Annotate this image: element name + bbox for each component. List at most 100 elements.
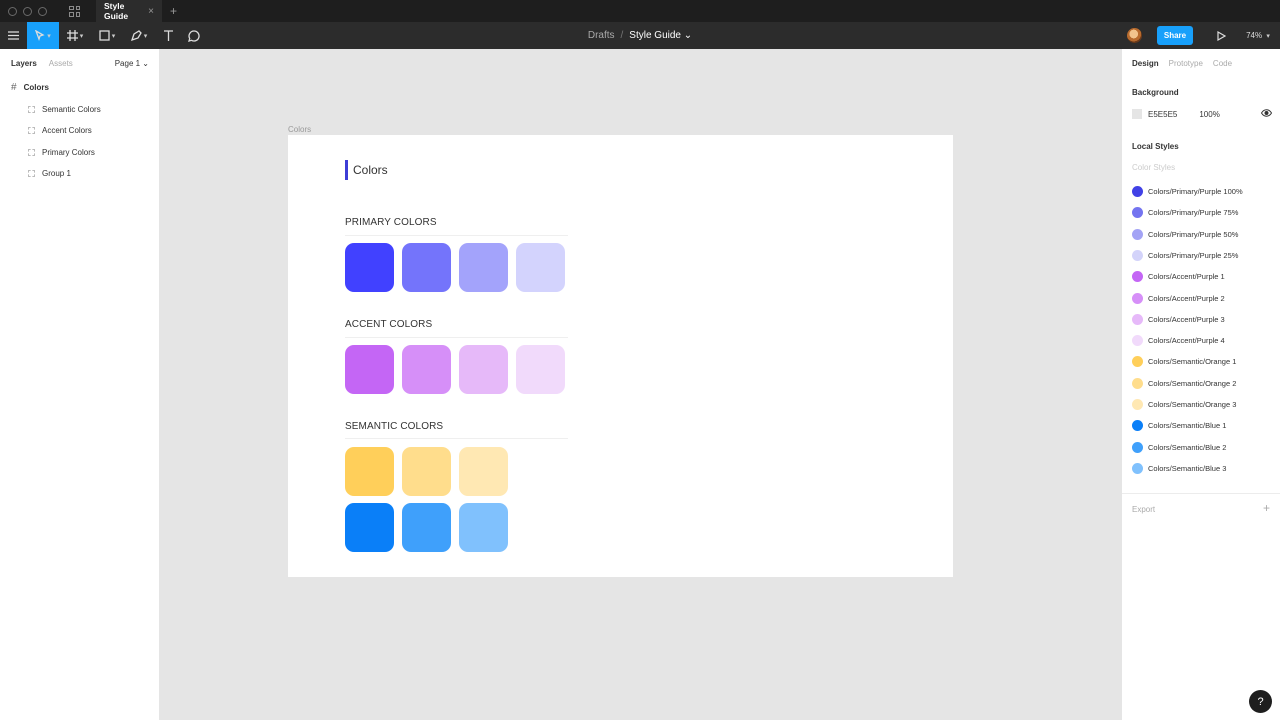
tab-prototype[interactable]: Prototype [1169,59,1203,68]
color-style-item[interactable]: Colors/Semantic/Orange 2 [1132,377,1236,389]
zoom-dropdown[interactable]: 74% ▾ [1236,31,1280,40]
swatch-semantic-orange[interactable] [402,447,451,496]
maximize-window-button[interactable] [38,6,47,16]
comment-tool-button[interactable] [181,22,207,49]
background-hex-field[interactable]: E5E5E5 [1148,110,1177,119]
primary-colors-title: PRIMARY COLORS [345,217,437,228]
semantic-colors-title: SEMANTIC COLORS [345,421,444,432]
divider [345,438,568,439]
color-style-label: Colors/Accent/Purple 1 [1148,272,1225,282]
swatch-primary[interactable] [516,243,565,292]
color-style-item[interactable]: Colors/Accent/Purple 4 [1132,335,1225,347]
title-bar: Style Guide × + [0,0,1280,22]
swatch-accent[interactable] [402,345,451,394]
color-style-item[interactable]: Colors/Primary/Purple 25% [1132,249,1238,261]
layer-label: Group 1 [42,169,71,179]
background-opacity-field[interactable]: 100% [1199,110,1219,119]
design-panel: Design Prototype Code Background E5E5E5 … [1121,49,1280,720]
tab-layers[interactable]: Layers [11,59,37,68]
file-name-dropdown[interactable]: Style Guide ⌄ [629,30,692,41]
page-selector[interactable]: Page 1 ⌄ [115,59,149,68]
swatch-accent[interactable] [345,345,394,394]
accent-colors-title: ACCENT COLORS [345,319,433,330]
color-style-label: Colors/Semantic/Blue 3 [1148,463,1227,473]
avatar[interactable] [1127,28,1142,43]
divider [1122,493,1280,494]
minimize-window-button[interactable] [23,6,32,16]
text-tool-button[interactable] [155,22,181,49]
swatch-semantic-orange[interactable] [459,447,508,496]
color-style-item[interactable]: Colors/Primary/Purple 50% [1132,228,1238,240]
move-tool-button[interactable]: ▾ [27,22,59,49]
breadcrumb-separator: / [620,30,624,41]
color-style-item[interactable]: Colors/Semantic/Blue 2 [1132,441,1226,453]
shape-tool-button[interactable]: ▾ [91,22,123,49]
color-style-swatch [1132,249,1143,261]
color-style-item[interactable]: Colors/Semantic/Blue 1 [1132,420,1226,432]
frame-label[interactable]: Colors [288,125,311,134]
tab-design[interactable]: Design [1132,59,1159,68]
color-style-item[interactable]: Colors/Semantic/Orange 3 [1132,399,1236,410]
swatch-accent[interactable] [459,345,508,394]
add-export-icon[interactable]: + [1263,501,1270,515]
file-tab[interactable]: Style Guide × [96,0,162,22]
frame-tool-button[interactable]: ▾ [59,22,91,49]
layer-item[interactable]: Group 1 [0,163,159,185]
color-style-swatch [1132,462,1143,474]
color-style-item[interactable]: Colors/Accent/Purple 1 [1132,271,1225,283]
color-style-label: Colors/Primary/Purple 100% [1148,187,1243,196]
pen-icon [130,30,142,41]
layer-item[interactable]: Semantic Colors [0,99,159,121]
new-tab-icon[interactable]: + [170,4,177,18]
close-tab-icon[interactable]: × [148,6,154,17]
color-style-item[interactable]: Colors/Accent/Purple 2 [1132,292,1225,304]
color-style-swatch [1132,420,1143,432]
export-section-title: Export [1132,505,1156,514]
color-style-label: Colors/Accent/Purple 3 [1148,314,1225,324]
background-color-chip[interactable] [1132,109,1142,119]
color-style-item[interactable]: Colors/Primary/Purple 75% [1132,207,1239,219]
layer-label: Semantic Colors [42,104,101,114]
tab-code[interactable]: Code [1213,59,1232,68]
group-icon [28,127,35,135]
swatch-semantic-blue[interactable] [459,503,508,552]
layer-label: Colors [23,83,49,93]
color-style-swatch [1132,356,1143,368]
layer-item[interactable]: Accent Colors [0,120,159,142]
rectangle-icon [99,30,110,41]
color-style-label: Colors/Primary/Purple 75% [1148,208,1239,218]
tab-assets[interactable]: Assets [49,59,73,68]
color-style-label: Colors/Semantic/Orange 1 [1148,357,1237,367]
layer-item[interactable]: Primary Colors [0,142,159,164]
layer-frame-colors[interactable]: # Colors [0,77,159,99]
toolbar: ▾ ▾ ▾ ▾ Drafts / Style Guide ⌄ Share 74%… [0,22,1280,49]
color-style-item[interactable]: Colors/Semantic/Orange 1 [1132,356,1237,368]
play-icon [1216,30,1226,41]
group-icon [28,170,35,178]
color-style-item[interactable]: Colors/Primary/Purple 100% [1132,186,1243,197]
color-style-swatch [1132,441,1143,453]
swatch-primary[interactable] [459,243,508,292]
help-button[interactable]: ? [1249,690,1272,713]
close-window-button[interactable] [8,6,17,16]
color-style-item[interactable]: Colors/Semantic/Blue 3 [1132,462,1227,474]
swatch-primary[interactable] [345,243,394,292]
colors-frame[interactable]: Colors PRIMARY COLORS ACCENT COLORS SEMA… [288,135,953,577]
breadcrumb-drafts[interactable]: Drafts [588,30,615,41]
color-style-item[interactable]: Colors/Accent/Purple 3 [1132,313,1225,325]
swatch-primary[interactable] [402,243,451,292]
color-style-label: Colors/Accent/Purple 4 [1148,336,1225,346]
main-menu-button[interactable] [0,22,27,49]
files-grid-icon[interactable] [69,5,80,17]
swatch-semantic-blue[interactable] [345,503,394,552]
pen-tool-button[interactable]: ▾ [123,22,155,49]
visibility-eye-icon[interactable] [1260,109,1273,119]
present-button[interactable] [1206,30,1236,41]
swatch-accent[interactable] [516,345,565,394]
color-style-swatch [1132,399,1143,410]
swatch-semantic-orange[interactable] [345,447,394,496]
share-button[interactable]: Share [1157,26,1193,45]
local-styles-title: Local Styles [1132,142,1179,151]
frame-icon [66,30,78,41]
swatch-semantic-blue[interactable] [402,503,451,552]
